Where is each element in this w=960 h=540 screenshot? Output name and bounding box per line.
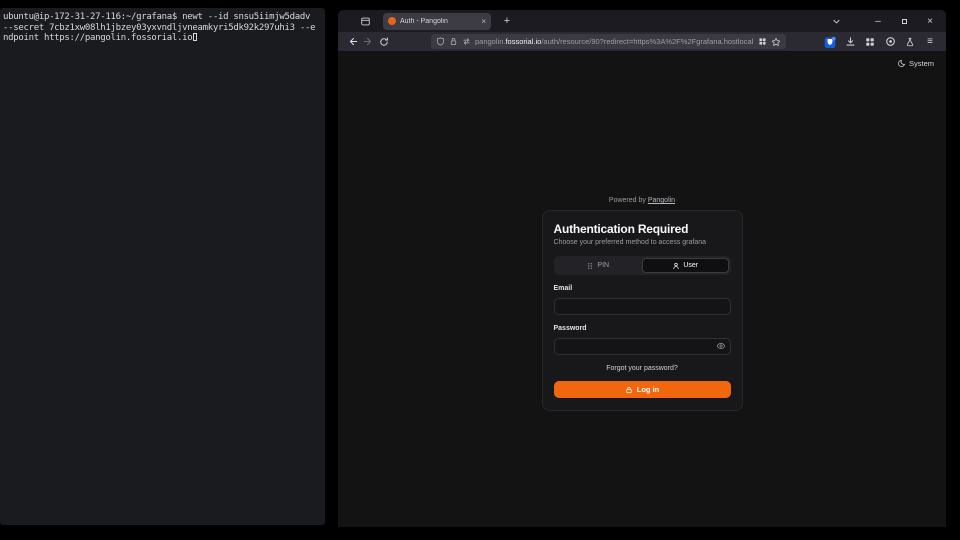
userscript-extension-button[interactable] xyxy=(902,34,918,50)
chevron-down-icon xyxy=(832,17,841,26)
auth-section: Powered by Pangolin Authentication Requi… xyxy=(338,197,946,411)
url-subdomain: pangolin. xyxy=(475,37,505,46)
reload-button[interactable] xyxy=(376,34,392,50)
forward-arrow-icon xyxy=(363,36,374,47)
password-label: Password xyxy=(554,325,731,332)
four-squares-icon xyxy=(865,37,875,47)
firefox-view-icon xyxy=(360,16,371,27)
downloads-button[interactable] xyxy=(842,34,858,50)
pin-keypad-icon xyxy=(586,262,594,270)
grid-extension-button[interactable] xyxy=(862,34,878,50)
terminal-line: --secret 7cbz1xw08lh1jbzey03yxvndljvneam… xyxy=(3,23,322,34)
email-label: Email xyxy=(554,285,731,292)
terminal-line-text: ndpoint https://pangolin.fossorial.io xyxy=(3,33,192,43)
page-content: System Powered by Pangolin Authenticatio… xyxy=(338,52,946,527)
terminal-line: ndpoint https://pangolin.fossorial.io xyxy=(3,33,322,44)
email-field-wrap xyxy=(554,296,731,315)
reload-icon xyxy=(379,37,389,47)
download-icon xyxy=(845,36,856,47)
moon-icon xyxy=(897,59,906,68)
minimize-button[interactable]: – xyxy=(870,13,886,29)
eye-icon xyxy=(716,341,726,351)
close-window-button[interactable]: × xyxy=(922,13,938,29)
maximize-button[interactable] xyxy=(896,13,912,29)
tab-pin[interactable]: PIN xyxy=(556,258,641,273)
list-tabs-button[interactable] xyxy=(828,13,844,29)
url-text[interactable]: pangolin.fossorial.io/auth/resource/90?r… xyxy=(475,37,754,46)
window-controls: – × xyxy=(870,13,938,29)
user-icon xyxy=(672,262,680,270)
tab-user-label: User xyxy=(683,262,698,269)
bitwarden-shield-icon xyxy=(824,36,836,48)
record-circle-icon xyxy=(885,36,896,47)
terminal-line: ubuntu@ip-172-31-27-116:~/grafana$ newt … xyxy=(3,12,322,23)
url-path: /auth/resource/90?redirect=https%3A%2F%2… xyxy=(541,37,754,46)
powered-by-prefix: Powered by xyxy=(609,197,646,204)
forward-button[interactable] xyxy=(360,34,376,50)
toggle-password-visibility-button[interactable] xyxy=(716,341,726,351)
container-switch-arrows-icon xyxy=(462,37,471,46)
terminal-cursor xyxy=(193,33,197,41)
grid-squares-icon[interactable] xyxy=(758,37,767,46)
tab-user[interactable]: User xyxy=(642,258,729,273)
login-button[interactable]: Log in xyxy=(554,381,731,398)
theme-toggle-button[interactable]: System xyxy=(897,59,934,68)
flask-icon xyxy=(905,37,915,47)
maximize-icon xyxy=(902,19,907,24)
url-domain: fossorial.io xyxy=(505,37,541,46)
login-lock-icon xyxy=(625,386,633,394)
menu-button[interactable]: ≡ xyxy=(922,34,938,50)
password-field[interactable] xyxy=(554,338,731,355)
back-arrow-icon xyxy=(347,36,358,47)
tab-close-button[interactable]: × xyxy=(481,17,486,26)
tab-title: Auth - Pangolin xyxy=(400,18,477,25)
toolbar-extensions-area: ≡ xyxy=(822,34,940,50)
bookmark-star-icon[interactable] xyxy=(771,37,781,47)
auth-method-tabs: PIN User xyxy=(554,256,731,275)
pangolin-favicon-icon xyxy=(388,17,396,25)
login-button-label: Log in xyxy=(637,385,660,394)
password-field-wrap xyxy=(554,336,731,355)
email-field[interactable] xyxy=(554,298,731,315)
card-subtitle: Choose your preferred method to access g… xyxy=(554,239,731,246)
firefox-view-button[interactable] xyxy=(357,13,373,29)
password-manager-extension-button[interactable] xyxy=(822,34,838,50)
browser-tab-auth-pangolin[interactable]: Auth - Pangolin × xyxy=(383,13,491,30)
new-tab-button[interactable]: + xyxy=(499,13,515,29)
forgot-password-link[interactable]: Forgot your password? xyxy=(554,365,731,372)
terminal-window[interactable]: ubuntu@ip-172-31-27-116:~/grafana$ newt … xyxy=(0,8,325,525)
auth-card: Authentication Required Choose your pref… xyxy=(542,210,743,411)
theme-toggle-label: System xyxy=(909,59,934,68)
recorder-extension-button[interactable] xyxy=(882,34,898,50)
back-button[interactable] xyxy=(344,34,360,50)
tab-pin-label: PIN xyxy=(597,262,609,269)
url-bar[interactable]: pangolin.fossorial.io/auth/resource/90?r… xyxy=(431,34,786,49)
tracking-protection-shield-icon xyxy=(436,37,445,46)
powered-by: Powered by Pangolin xyxy=(609,197,675,204)
browser-toolbar: pangolin.fossorial.io/auth/resource/90?r… xyxy=(338,32,946,52)
pangolin-link[interactable]: Pangolin xyxy=(648,197,675,204)
lock-icon xyxy=(449,37,458,46)
tab-bar: Auth - Pangolin × + – × xyxy=(338,10,946,32)
browser-window: Auth - Pangolin × + – × pangolin.fossori xyxy=(338,10,946,527)
card-title: Authentication Required xyxy=(554,222,731,236)
